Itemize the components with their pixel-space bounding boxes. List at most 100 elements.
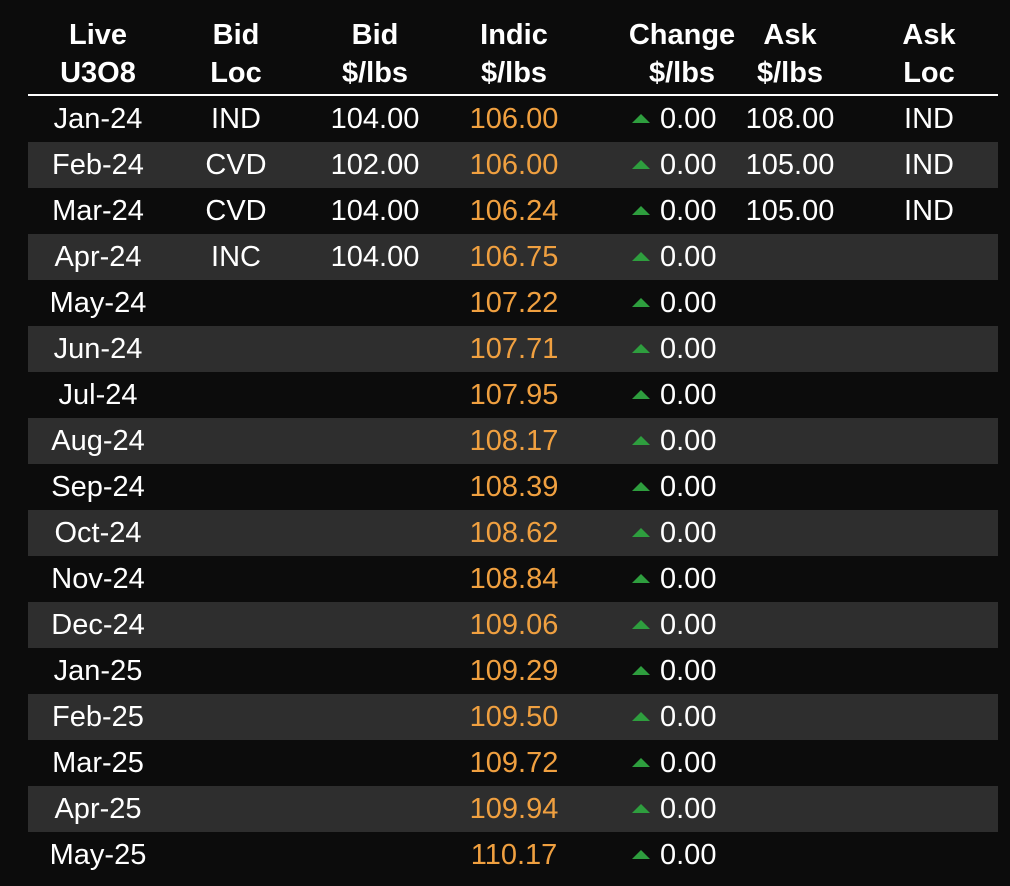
ask-loc-cell: IND <box>904 103 954 135</box>
indic-cell: 106.24 <box>469 195 559 227</box>
up-triangle-icon <box>632 527 650 537</box>
indic-cell: 109.06 <box>469 609 559 641</box>
up-triangle-icon <box>632 665 650 675</box>
up-triangle-icon <box>632 113 650 123</box>
ask-loc-cell <box>862 786 996 832</box>
bid-cell <box>304 832 446 878</box>
bid-cell <box>304 464 446 510</box>
bid-cell <box>304 740 446 786</box>
change-value: 0.00 <box>660 701 717 733</box>
ask-loc-cell: IND <box>904 149 954 181</box>
bid-loc-cell <box>168 418 304 464</box>
up-triangle-icon <box>632 619 650 629</box>
ask-cell <box>718 694 862 740</box>
ask-cell <box>718 832 862 878</box>
table-row: Mar-24 CVD 104.00 106.24 0.00 105.00 IND <box>28 188 998 234</box>
ask-cell <box>718 602 862 648</box>
ask-loc-cell <box>862 280 996 326</box>
change-value: 0.00 <box>660 425 717 457</box>
ask-loc-cell <box>862 740 996 786</box>
indic-cell: 109.94 <box>469 793 559 825</box>
indic-cell: 109.72 <box>469 747 559 779</box>
bid-loc-cell <box>168 694 304 740</box>
ask-cell <box>718 372 862 418</box>
ask-loc-cell <box>862 418 996 464</box>
ask-cell <box>718 740 862 786</box>
month-cell: Feb-25 <box>52 701 144 733</box>
table-row: Jul-24 107.95 0.00 <box>28 372 998 418</box>
indic-cell: 107.22 <box>469 287 559 319</box>
table-row: Mar-25 109.72 0.00 <box>28 740 998 786</box>
header-indic: Indic $/lbs <box>480 19 548 89</box>
header-ask-loc: Ask Loc <box>902 19 956 89</box>
table-header: Live U3O8 Bid Loc Bid $/lbs Indic $/lbs … <box>28 0 998 96</box>
indic-cell: 108.17 <box>469 425 559 457</box>
header-month: Live U3O8 <box>60 19 136 89</box>
ask-cell: 105.00 <box>745 195 835 227</box>
bid-loc-cell <box>168 556 304 602</box>
ask-cell <box>718 510 862 556</box>
bid-loc-cell: CVD <box>205 195 267 227</box>
indic-cell: 108.39 <box>469 471 559 503</box>
up-triangle-icon <box>632 251 650 261</box>
indic-cell: 108.62 <box>469 517 559 549</box>
change-value: 0.00 <box>660 655 717 687</box>
indic-cell: 107.71 <box>469 333 559 365</box>
ask-loc-cell <box>862 464 996 510</box>
up-triangle-icon <box>632 711 650 721</box>
change-value: 0.00 <box>660 471 717 503</box>
month-cell: Sep-24 <box>51 471 145 503</box>
header-bid: Bid $/lbs <box>341 19 409 89</box>
table-row: Dec-24 109.06 0.00 <box>28 602 998 648</box>
bid-cell <box>304 602 446 648</box>
change-value: 0.00 <box>660 241 717 273</box>
up-triangle-icon <box>632 343 650 353</box>
month-cell: Jan-25 <box>53 655 143 687</box>
bid-loc-cell <box>168 786 304 832</box>
ask-cell <box>718 280 862 326</box>
bid-loc-cell <box>168 740 304 786</box>
up-triangle-icon <box>632 573 650 583</box>
month-cell: Mar-25 <box>52 747 144 779</box>
month-cell: Jun-24 <box>53 333 143 365</box>
ask-loc-cell <box>862 510 996 556</box>
month-cell: Jan-24 <box>53 103 143 135</box>
change-value: 0.00 <box>660 839 717 871</box>
bid-cell <box>304 280 446 326</box>
table-row: Oct-24 108.62 0.00 <box>28 510 998 556</box>
bid-loc-cell <box>168 280 304 326</box>
month-cell: Apr-24 <box>54 241 142 273</box>
table-row: Jan-24 IND 104.00 106.00 0.00 108.00 IND <box>28 96 998 142</box>
ask-loc-cell <box>862 372 996 418</box>
ask-cell: 108.00 <box>745 103 835 135</box>
header-ask: Ask $/lbs <box>756 19 824 89</box>
bid-cell <box>304 510 446 556</box>
bid-cell: 104.00 <box>330 103 420 135</box>
bid-cell <box>304 694 446 740</box>
month-cell: May-25 <box>49 839 147 871</box>
ask-loc-cell <box>862 556 996 602</box>
indic-cell: 106.00 <box>469 103 559 135</box>
bid-cell <box>304 418 446 464</box>
table-row: Apr-25 109.94 0.00 <box>28 786 998 832</box>
table-row: Apr-24 INC 104.00 106.75 0.00 <box>28 234 998 280</box>
up-triangle-icon <box>632 159 650 169</box>
ask-loc-cell <box>862 694 996 740</box>
ask-cell <box>718 326 862 372</box>
table-row: Nov-24 108.84 0.00 <box>28 556 998 602</box>
table-row: Sep-24 108.39 0.00 <box>28 464 998 510</box>
month-cell: Feb-24 <box>52 149 144 181</box>
bid-loc-cell <box>168 832 304 878</box>
table-row: Jan-25 109.29 0.00 <box>28 648 998 694</box>
change-value: 0.00 <box>660 287 717 319</box>
change-value: 0.00 <box>660 609 717 641</box>
month-cell: Nov-24 <box>51 563 145 595</box>
ask-cell <box>718 418 862 464</box>
table-row: Feb-24 CVD 102.00 106.00 0.00 105.00 IND <box>28 142 998 188</box>
up-triangle-icon <box>632 849 650 859</box>
ask-cell <box>718 648 862 694</box>
ask-loc-cell <box>862 832 996 878</box>
header-bid-loc: Bid Loc <box>210 19 262 89</box>
table-body: Jan-24 IND 104.00 106.00 0.00 108.00 IND Feb-24… <box>28 96 998 878</box>
bid-cell: 102.00 <box>330 149 420 181</box>
